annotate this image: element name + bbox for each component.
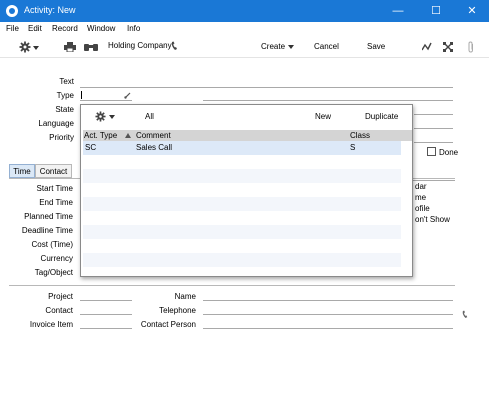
profile-option-partial: ofile xyxy=(415,204,430,213)
expand-button[interactable] xyxy=(442,41,454,54)
start-time-label: Start Time xyxy=(36,184,73,193)
sort-ascending-icon xyxy=(125,133,131,138)
gear-icon xyxy=(95,111,106,122)
menu-window[interactable]: Window xyxy=(87,24,115,33)
toolbar: Holding Company Create Cancel Save xyxy=(0,36,489,58)
company-label: Holding Company xyxy=(108,41,172,50)
cell-comment: Sales Call xyxy=(136,143,173,152)
empty-row xyxy=(83,197,401,211)
column-header-comment[interactable]: Comment xyxy=(136,131,171,140)
minimize-button[interactable]: — xyxy=(380,0,416,22)
attach-button[interactable] xyxy=(467,41,475,55)
phone-button[interactable] xyxy=(171,41,179,53)
close-button[interactable]: ✕ xyxy=(454,0,489,22)
language-label: Language xyxy=(38,119,74,128)
project-label: Project xyxy=(48,292,73,301)
paste-special-icon[interactable] xyxy=(124,92,131,99)
right-section-divider xyxy=(413,180,455,181)
cell-class: S xyxy=(350,143,356,152)
phone-icon xyxy=(462,310,468,318)
binoculars-button[interactable] xyxy=(84,42,98,54)
popup-gear-button[interactable] xyxy=(95,111,115,124)
window-title: Activity: New xyxy=(24,5,76,15)
menu-bar: File Edit Record Window Info xyxy=(0,22,489,36)
expand-icon xyxy=(442,41,454,53)
maximize-button[interactable]: ☐ xyxy=(418,0,454,22)
phone-icon xyxy=(171,41,177,50)
text-field[interactable] xyxy=(80,87,453,88)
cancel-button[interactable]: Cancel xyxy=(314,42,339,51)
trend-icon xyxy=(421,42,432,51)
currency-label: Currency xyxy=(40,254,73,263)
app-icon xyxy=(6,5,18,17)
column-header-act-type[interactable]: Act. Type xyxy=(84,131,117,140)
invoice-item-field[interactable] xyxy=(80,328,132,329)
telephone-field[interactable] xyxy=(203,314,453,315)
empty-row xyxy=(83,169,401,183)
menu-record[interactable]: Record xyxy=(52,24,78,33)
name-label: Name xyxy=(174,292,196,301)
menu-edit[interactable]: Edit xyxy=(28,24,42,33)
chevron-down-icon xyxy=(33,46,39,50)
print-button[interactable] xyxy=(64,42,76,54)
project-field[interactable] xyxy=(80,300,132,301)
table-row[interactable]: SC Sales Call S xyxy=(83,141,401,155)
popup-all-button[interactable]: All xyxy=(145,112,154,121)
chevron-down-icon xyxy=(109,115,115,119)
text-cursor xyxy=(81,91,82,99)
type-field[interactable] xyxy=(80,90,132,101)
gear-menu-button[interactable] xyxy=(19,41,39,55)
empty-row xyxy=(83,225,401,239)
title-bar: Activity: New — ☐ ✕ xyxy=(0,0,489,22)
done-label: Done xyxy=(439,148,459,157)
contact-person-label: Contact Person xyxy=(140,320,196,329)
menu-info[interactable]: Info xyxy=(127,24,140,33)
invoice-item-label: Invoice Item xyxy=(29,320,73,329)
type-description-field xyxy=(203,100,453,101)
state-label: State xyxy=(55,105,74,114)
telephone-label: Telephone xyxy=(159,306,196,315)
call-button[interactable] xyxy=(462,310,469,321)
tab-time[interactable]: Time xyxy=(9,164,35,178)
popup-grid-header: Act. Type Comment Class xyxy=(83,130,412,141)
graph-button[interactable] xyxy=(421,42,432,54)
tab-contact[interactable]: Contact xyxy=(35,164,72,178)
time-option-partial: me xyxy=(415,193,427,202)
deadline-time-label: Deadline Time xyxy=(21,226,73,235)
binoculars-icon xyxy=(84,44,98,51)
text-label: Text xyxy=(59,77,74,86)
create-button[interactable]: Create xyxy=(261,42,285,51)
priority-field-partial[interactable] xyxy=(414,142,453,143)
save-button[interactable]: Save xyxy=(367,42,385,51)
contact-label: Contact xyxy=(45,306,73,315)
popup-new-button[interactable]: New xyxy=(315,112,331,121)
paperclip-icon xyxy=(468,41,473,53)
empty-row xyxy=(83,253,401,267)
bottom-divider xyxy=(9,285,455,286)
type-label: Type xyxy=(56,91,74,100)
priority-label: Priority xyxy=(49,133,74,142)
column-header-class[interactable]: Class xyxy=(350,131,370,140)
state-field-partial[interactable] xyxy=(414,114,453,115)
gear-icon xyxy=(19,41,31,53)
printer-icon xyxy=(64,42,76,53)
contact-field[interactable] xyxy=(80,314,132,315)
popup-duplicate-button[interactable]: Duplicate xyxy=(365,112,398,121)
done-checkbox[interactable] xyxy=(427,147,436,156)
cost-time-label: Cost (Time) xyxy=(31,240,73,249)
cell-act-type: SC xyxy=(85,143,97,152)
chevron-down-icon xyxy=(288,45,294,49)
end-time-label: End Time xyxy=(39,198,73,207)
dont-show-option-partial: on't Show xyxy=(415,215,450,224)
planned-time-label: Planned Time xyxy=(24,212,73,221)
activity-type-popup: All New Duplicate Act. Type Comment Clas… xyxy=(80,104,413,277)
language-field-partial[interactable] xyxy=(414,128,453,129)
contact-person-field[interactable] xyxy=(203,328,453,329)
tag-object-label: Tag/Object xyxy=(34,268,73,277)
name-field[interactable] xyxy=(203,300,453,301)
menu-file[interactable]: File xyxy=(6,24,19,33)
calendar-option-partial: dar xyxy=(415,182,427,191)
